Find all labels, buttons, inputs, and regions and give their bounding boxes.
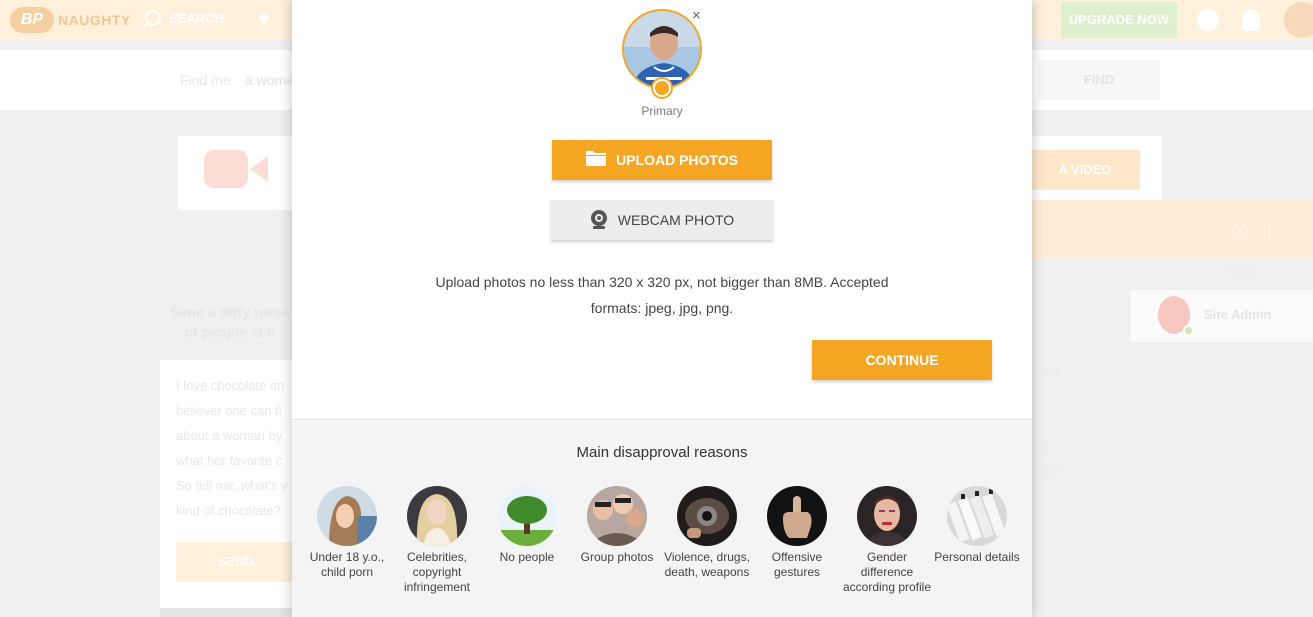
continue-button[interactable]: CONTINUE <box>812 340 992 380</box>
reason-item: Violence, drugs, death, weapons <box>662 486 752 580</box>
message-text[interactable]: I love chocolate an believer one can fi … <box>176 373 296 523</box>
disapproval-reasons-title: Main disapproval reasons <box>576 444 748 461</box>
upgrade-button[interactable]: UPGRADE NOW <box>1061 2 1177 38</box>
flirty-line: Send a flirty mess <box>170 304 290 320</box>
find-select[interactable]: a woma <box>245 72 294 88</box>
online-status-dot <box>1183 325 1194 336</box>
find-button[interactable]: FIND <box>1038 60 1160 100</box>
site-logo[interactable]: BP NAUGHTY <box>10 6 131 34</box>
primary-photo-radio[interactable] <box>651 77 673 99</box>
chat-header-icons[interactable]: ⓘ ⋮ <box>1232 218 1277 242</box>
reason-label: Gender difference according profile <box>842 550 932 594</box>
message-line: I love chocolate an <box>176 378 285 393</box>
message-line: believer one can fi <box>176 403 282 418</box>
chat-text: age <box>1040 364 1061 378</box>
man-makeup-photo-icon <box>857 486 917 546</box>
upload-requirements-line: formats: jpeg, jpg, png. <box>590 300 734 316</box>
remove-photo-icon[interactable]: × <box>692 8 701 24</box>
reason-label: Offensive gestures <box>771 550 823 579</box>
logo-badge: BP <box>10 7 54 33</box>
message-line: what her favorite c <box>176 453 283 468</box>
chat-icon[interactable] <box>1197 9 1219 31</box>
user-avatar[interactable] <box>1284 2 1313 38</box>
reason-label: No people <box>499 550 555 564</box>
gun-photo-icon <box>677 486 737 546</box>
folder-icon <box>586 151 607 169</box>
webcam-photo-label: WEBCAM PHOTO <box>617 212 735 228</box>
primary-label: Primary <box>641 104 683 118</box>
message-line: kind of chocolate? <box>176 503 281 518</box>
message-line: So tell me, what's y <box>176 478 288 493</box>
reason-label: Group photos <box>580 550 654 564</box>
admin-name: Site Admin <box>1204 307 1272 322</box>
reason-item: No people <box>482 486 572 565</box>
reason-label: Personal details <box>934 550 1020 564</box>
find-label: Find me <box>180 72 231 88</box>
chat-date: Today <box>1228 264 1261 278</box>
upload-photos-label: UPLOAD PHOTOS <box>616 152 738 168</box>
group-photo-icon <box>587 486 647 546</box>
upload-photos-button[interactable]: UPLOAD PHOTOS <box>552 140 772 180</box>
logo-text: NAUGHTY <box>58 12 131 28</box>
message-line: about a woman by <box>176 428 283 443</box>
video-camera-icon <box>204 150 248 188</box>
upload-requirements-text: Upload photos no less than 320 x 320 px,… <box>422 269 902 321</box>
celebrity-photo-icon <box>407 486 467 546</box>
flirty-line: of people at o <box>184 324 276 340</box>
nav-search-link[interactable]: SEARCH <box>145 10 224 26</box>
upload-requirements-line: Upload photos no less than 320 x 320 px,… <box>435 274 889 290</box>
send-button[interactable]: SEND <box>176 542 296 582</box>
reason-item: Group photos <box>572 486 662 565</box>
add-video-button[interactable]: A VIDEO <box>1030 150 1140 190</box>
reason-item: Personal details <box>932 486 1022 565</box>
webcam-icon <box>590 209 608 232</box>
reason-item: Offensive gestures <box>752 486 842 580</box>
child-photo-icon <box>317 486 377 546</box>
nav-search-label: SEARCH <box>169 10 224 26</box>
search-icon <box>145 10 161 26</box>
reason-item: Gender difference according profile <box>842 486 932 595</box>
reason-label: Under 18 y.o., child porn <box>309 550 385 579</box>
chat-text: with <box>1040 465 1062 479</box>
reason-label: Violence, drugs, death, weapons <box>664 550 750 579</box>
files-photo-icon <box>947 486 1007 546</box>
reason-item: Under 18 y.o., child porn <box>302 486 392 580</box>
flirty-message-prompt: Send a flirty mess of people at o <box>160 302 300 342</box>
tree-photo-icon <box>497 486 557 546</box>
bell-icon[interactable] <box>1242 9 1260 31</box>
photo-upload-modal: × Primary UPLOAD PHOTOS WEBCAM PHOTO Upl… <box>292 0 1032 617</box>
heart-icon[interactable]: ♥ <box>258 8 270 31</box>
middle-finger-photo-icon <box>767 486 827 546</box>
reason-label: Celebrities, copyright infringement <box>403 550 471 594</box>
bottom-strip <box>160 608 300 617</box>
chat-text: e <box>1040 440 1047 454</box>
webcam-photo-button[interactable]: WEBCAM PHOTO <box>551 200 773 240</box>
reason-item: Celebrities, copyright infringement <box>392 486 482 595</box>
